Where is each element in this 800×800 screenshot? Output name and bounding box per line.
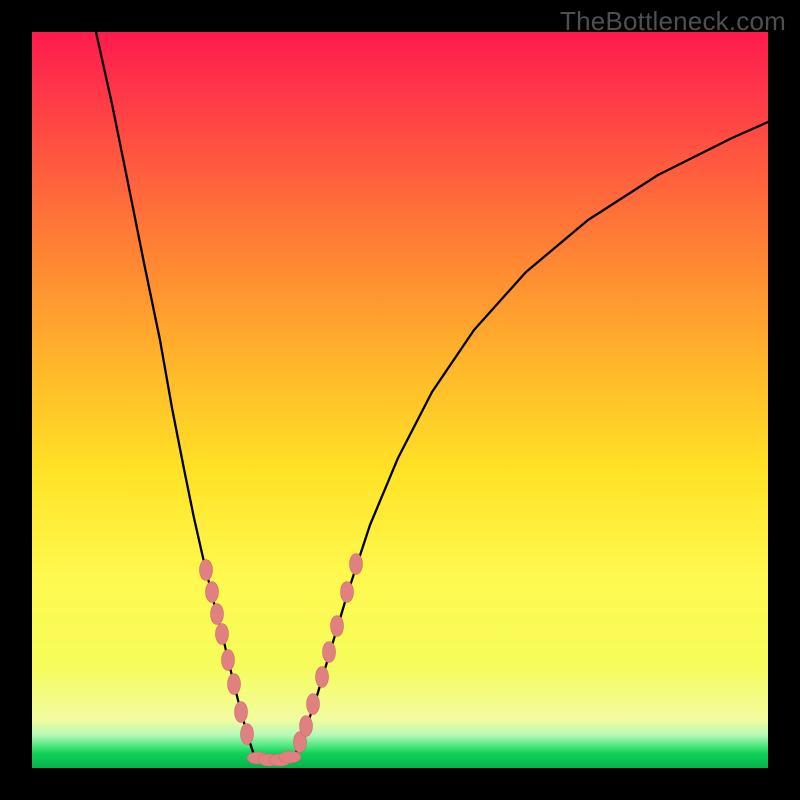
markers-floor (247, 751, 301, 766)
data-marker (323, 642, 336, 663)
frame: TheBottleneck.com (0, 0, 800, 800)
data-marker (228, 674, 241, 695)
data-marker (300, 716, 313, 737)
markers-left (200, 560, 254, 745)
bottleneck-curve (96, 32, 768, 762)
data-marker (316, 667, 329, 688)
data-marker (241, 724, 254, 745)
data-marker (211, 604, 224, 625)
data-marker (216, 624, 229, 645)
data-marker (235, 702, 248, 723)
data-marker (206, 582, 219, 603)
data-marker (279, 751, 301, 763)
data-marker (200, 560, 213, 581)
data-marker (331, 616, 344, 637)
data-marker (222, 650, 235, 671)
data-marker (307, 694, 320, 715)
plot-area (32, 32, 768, 768)
data-marker (350, 554, 363, 575)
curve-svg (32, 32, 768, 768)
markers-right (294, 554, 363, 753)
data-marker (341, 582, 354, 603)
